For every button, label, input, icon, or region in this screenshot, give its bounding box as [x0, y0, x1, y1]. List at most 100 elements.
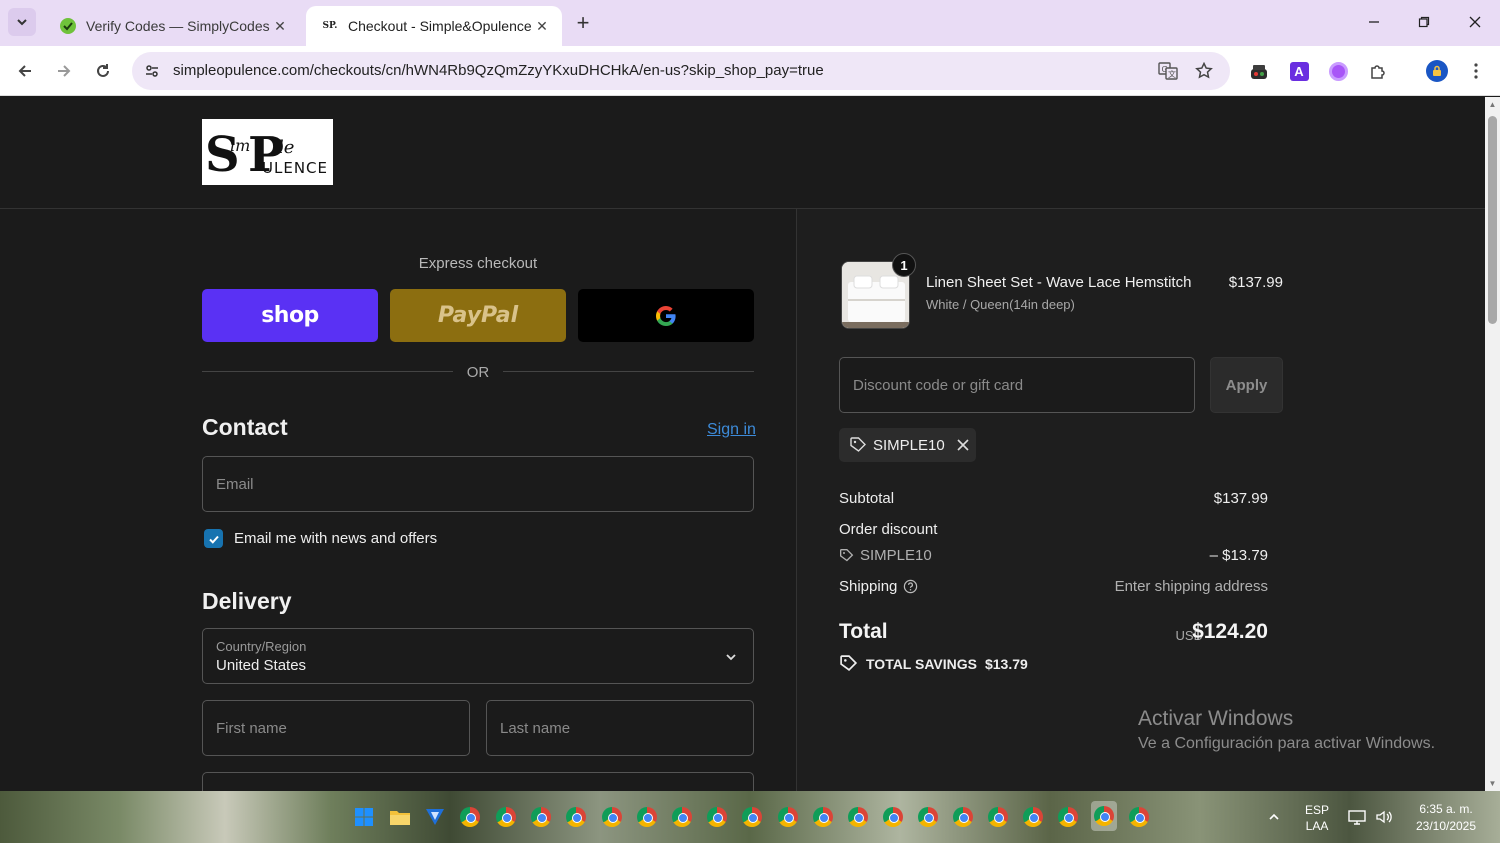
total-label: Total: [839, 620, 888, 643]
chrome-window-button[interactable]: [916, 805, 940, 829]
country-select[interactable]: Country/Region United States: [202, 628, 754, 684]
chrome-window-button[interactable]: [951, 805, 975, 829]
back-button[interactable]: [10, 56, 40, 86]
scrollbar-thumb[interactable]: [1488, 116, 1497, 324]
scroll-down-arrow-icon[interactable]: ▼: [1488, 779, 1497, 788]
email-input[interactable]: [203, 457, 753, 511]
extension-a-button[interactable]: A: [1286, 58, 1312, 84]
last-name-field[interactable]: [486, 700, 754, 756]
savings-label: TOTAL SAVINGS: [866, 655, 977, 672]
translate-icon: G文: [1158, 62, 1178, 80]
input-language[interactable]: ESP LAA: [1300, 802, 1334, 834]
chrome-icon: [1023, 807, 1043, 827]
chrome-icon: [1129, 807, 1149, 827]
chrome-window-button[interactable]: [564, 805, 588, 829]
email-field[interactable]: [202, 456, 754, 512]
or-divider-left: [202, 371, 453, 372]
profile-button[interactable]: [1424, 58, 1450, 84]
clock[interactable]: 6:35 a. m. 23/10/2025: [1404, 801, 1488, 835]
tag-icon: [840, 549, 854, 562]
vpn-app-button[interactable]: [423, 805, 447, 829]
minimize-button[interactable]: [1354, 8, 1394, 36]
tab-search-button[interactable]: [8, 8, 36, 36]
translate-button[interactable]: G文: [1156, 59, 1180, 83]
chrome-icon: [988, 807, 1008, 827]
file-explorer-button[interactable]: [388, 805, 412, 829]
kebab-menu-icon: [1474, 63, 1478, 79]
new-tab-button[interactable]: +: [570, 10, 596, 36]
chrome-window-button[interactable]: [740, 805, 764, 829]
paypal-button[interactable]: PayPal: [390, 289, 566, 342]
shop-pay-button[interactable]: shop: [202, 289, 378, 342]
tab-simplycodes[interactable]: Verify Codes — SimplyCodes ✕: [44, 6, 300, 46]
remove-discount-button[interactable]: [955, 437, 971, 453]
applied-code-text: SIMPLE10: [873, 436, 945, 454]
discount-code-field[interactable]: [839, 357, 1195, 413]
discount-code-input[interactable]: [840, 358, 1194, 412]
lock-icon: [1433, 65, 1441, 76]
country-label: Country/Region: [216, 639, 307, 654]
restore-button[interactable]: [1404, 8, 1444, 36]
chrome-window-button[interactable]: [1056, 805, 1080, 829]
address-bar[interactable]: simpleopulence.com/checkouts/cn/hWN4Rb9Q…: [132, 52, 1230, 90]
chrome-window-button[interactable]: [986, 805, 1010, 829]
news-offers-label: Email me with news and offers: [234, 530, 438, 547]
chrome-window-button[interactable]: [670, 805, 694, 829]
chrome-window-button[interactable]: [494, 805, 518, 829]
tab-checkout[interactable]: SP. Checkout - Simple&Opulence ✕: [306, 6, 562, 46]
forward-button[interactable]: [49, 56, 79, 86]
chrome-window-button[interactable]: [846, 805, 870, 829]
extensions-menu-button[interactable]: [1365, 58, 1391, 84]
chrome-window-button[interactable]: [529, 805, 553, 829]
first-name-field[interactable]: [202, 700, 470, 756]
apply-discount-button[interactable]: Apply: [1210, 357, 1283, 413]
restore-icon: [1418, 16, 1430, 28]
chrome-window-button[interactable]: [600, 805, 624, 829]
close-tab-icon[interactable]: ✕: [532, 16, 552, 36]
site-info-button[interactable]: [140, 59, 164, 83]
chrome-window-button[interactable]: [458, 805, 482, 829]
scroll-up-arrow-icon[interactable]: ▲: [1488, 100, 1497, 109]
browser-menu-button[interactable]: [1463, 58, 1489, 84]
volume-button[interactable]: [1372, 805, 1396, 829]
extension-spy-button[interactable]: [1246, 58, 1272, 84]
store-logo[interactable]: S im P le ULENCE: [202, 119, 333, 185]
chrome-window-button[interactable]: [1021, 805, 1045, 829]
chrome-icon: [1094, 806, 1114, 826]
windows-activation-subtitle: Ve a Configuración para activar Windows.: [1138, 735, 1436, 752]
close-window-button[interactable]: [1455, 8, 1495, 36]
chrome-window-button[interactable]: [776, 805, 800, 829]
savings-value: $13.79: [984, 655, 1028, 672]
speaker-icon: [1376, 810, 1392, 824]
tag-icon: [840, 655, 858, 671]
chrome-window-button[interactable]: [1127, 805, 1151, 829]
chrome-icon: [918, 807, 938, 827]
bookmark-button[interactable]: [1192, 59, 1216, 83]
news-offers-checkbox[interactable]: [204, 529, 223, 548]
help-circle-icon[interactable]: [903, 579, 918, 594]
language-layout: LAA: [1305, 819, 1329, 833]
google-pay-button[interactable]: [578, 289, 754, 342]
total-savings: TOTAL SAVINGS $13.79: [839, 654, 1028, 673]
chrome-icon: [778, 807, 798, 827]
sign-in-link[interactable]: Sign in: [707, 421, 756, 439]
tray-overflow-button[interactable]: [1262, 805, 1286, 829]
extension-circle-button[interactable]: [1325, 58, 1351, 84]
chrome-window-button[interactable]: [705, 805, 729, 829]
country-value: United States: [216, 657, 307, 674]
shipping-label: Shipping: [839, 578, 898, 595]
first-name-input[interactable]: [203, 701, 469, 755]
chrome-window-button-active[interactable]: [1091, 801, 1117, 831]
chrome-window-button[interactable]: [881, 805, 905, 829]
address-field[interactable]: [202, 772, 754, 791]
reload-button[interactable]: [88, 56, 118, 86]
chrome-window-button[interactable]: [811, 805, 835, 829]
chevron-down-icon: [726, 654, 736, 661]
last-name-input[interactable]: [487, 701, 753, 755]
a-extension-icon: A: [1289, 61, 1309, 81]
network-button[interactable]: [1345, 805, 1369, 829]
close-tab-icon[interactable]: ✕: [270, 16, 290, 36]
chrome-window-button[interactable]: [635, 805, 659, 829]
url-text[interactable]: simpleopulence.com/checkouts/cn/hWN4Rb9Q…: [173, 62, 824, 79]
start-button[interactable]: [352, 805, 376, 829]
